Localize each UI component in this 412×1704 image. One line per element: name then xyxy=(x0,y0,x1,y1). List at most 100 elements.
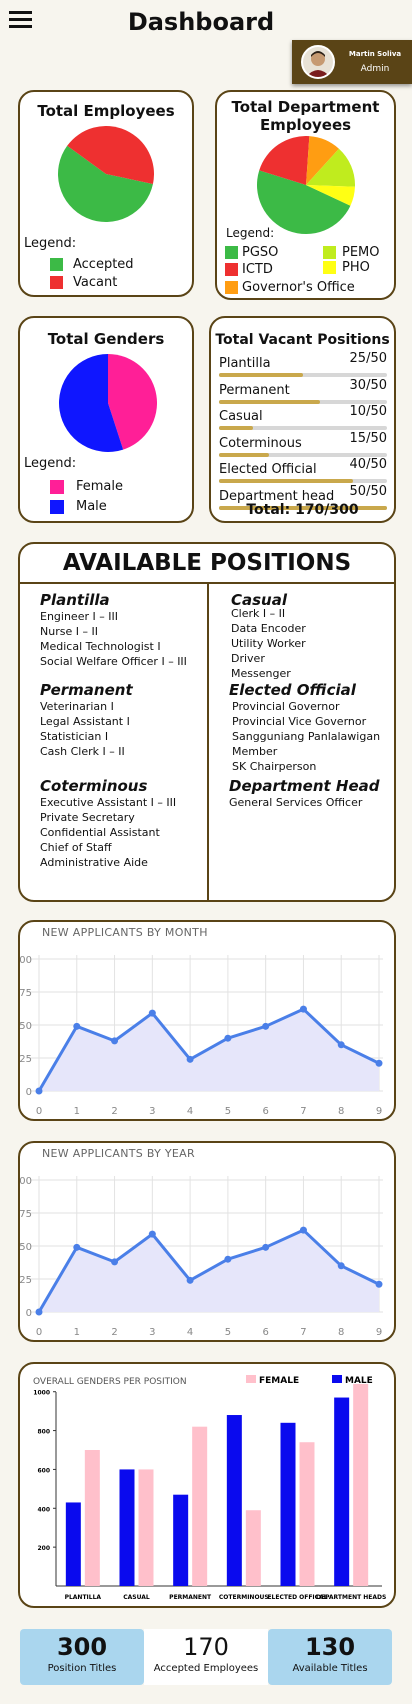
x-tick-label: 1 xyxy=(74,1106,80,1117)
y-tick-label: 25 xyxy=(20,1275,32,1286)
legend-swatch-pho xyxy=(323,261,336,274)
plantilla-list: Engineer I – III Nurse I – II Medical Tech… xyxy=(40,609,187,669)
data-point[interactable] xyxy=(375,1280,383,1288)
legend-swatch-male xyxy=(332,1375,342,1383)
legend-swatch-female xyxy=(246,1375,256,1383)
permanent-heading: Permanent xyxy=(40,681,133,699)
bar-female[interactable] xyxy=(299,1442,315,1586)
position-item: Clerk I – II xyxy=(231,607,286,620)
y-tick-label: 0 xyxy=(26,1087,32,1098)
x-tick-label: 3 xyxy=(149,1327,155,1338)
vacant-row-fill xyxy=(219,399,320,404)
y-tick-label: 400 xyxy=(37,1506,50,1513)
data-point[interactable] xyxy=(299,1005,307,1013)
bar-male[interactable] xyxy=(226,1415,242,1586)
y-tick-label: 200 xyxy=(37,1545,50,1552)
position-item: Private Secretary xyxy=(40,811,135,824)
bar-female[interactable] xyxy=(245,1510,261,1586)
data-point[interactable] xyxy=(35,1308,43,1316)
chart-title: OVERALL GENDERS PER POSITION xyxy=(33,1377,187,1387)
x-tick-label: 6 xyxy=(262,1106,268,1117)
legend-swatch-pemo xyxy=(323,246,336,259)
coterminous-list: Executive Assistant I – III Private Secre… xyxy=(40,795,176,870)
data-point[interactable] xyxy=(224,1255,232,1263)
department-title-line1: Total Department xyxy=(231,98,380,116)
x-tick-label: PERMANENT xyxy=(169,1594,212,1601)
x-tick-label: 5 xyxy=(225,1327,231,1338)
stat-value: 170 xyxy=(183,1633,229,1661)
vacant-row-label: Elected Official xyxy=(219,462,317,477)
stat-label: Accepted Employees xyxy=(153,1663,259,1674)
position-item: General Services Officer xyxy=(229,796,363,809)
applicants-year-card: NEW APPLICANTS BY YEAR 0 1 2 3 4 5 6 7 8 9 0 25 50 75… xyxy=(18,1141,396,1342)
vacant-positions-card: Total Vacant Positions Plantilla 25/50 Per… xyxy=(209,316,396,523)
vacant-row-label: Coterminous xyxy=(219,435,302,451)
data-point[interactable] xyxy=(262,1243,270,1251)
vacant-row-value: 10/50 xyxy=(349,404,387,419)
position-item: Cash Clerk I – II xyxy=(40,745,125,758)
plantilla-group: Plantilla Engineer I – III Nurse I – II Me… xyxy=(40,591,187,669)
bar-female[interactable] xyxy=(84,1450,100,1586)
page-title: Dashboard xyxy=(127,8,275,36)
stat-position-titles[interactable]: 300 Position Titles xyxy=(20,1629,144,1685)
data-point[interactable] xyxy=(35,1087,43,1095)
position-item: Driver xyxy=(231,652,265,665)
legend-vacant: Vacant xyxy=(50,275,117,290)
permanent-list: Veterinarian I Legal Assistant I Statistic… xyxy=(40,699,133,759)
vacant-row-fill xyxy=(219,479,354,483)
stat-available-titles[interactable]: 130 Available Titles xyxy=(268,1629,392,1685)
bar-male[interactable] xyxy=(65,1502,81,1586)
data-point[interactable] xyxy=(111,1258,119,1266)
legend-swatch-vacant xyxy=(50,276,63,289)
data-point[interactable] xyxy=(186,1055,194,1063)
data-point[interactable] xyxy=(73,1022,81,1030)
elected-heading: Elected Official xyxy=(229,681,356,699)
bar-male[interactable] xyxy=(280,1422,296,1586)
department-title-line2: Employees xyxy=(259,116,352,134)
x-tick-label: 8 xyxy=(338,1327,344,1338)
bar-female[interactable] xyxy=(138,1469,154,1586)
x-tick-label: 5 xyxy=(225,1106,231,1117)
data-point[interactable] xyxy=(186,1276,194,1284)
casual-list: Clerk I – II Data Encoder Utility Worker Dr… xyxy=(231,606,306,681)
data-point[interactable] xyxy=(337,1262,345,1270)
genders-pie xyxy=(59,354,157,452)
x-tick-label: DEPARTMENT HEADS xyxy=(316,1594,386,1601)
bar-male[interactable] xyxy=(119,1469,135,1586)
data-point[interactable] xyxy=(299,1226,307,1234)
bar-female[interactable] xyxy=(353,1383,369,1586)
position-item: Provincial Vice Governor xyxy=(232,715,367,728)
position-item: Engineer I – III xyxy=(40,610,118,623)
bar-female[interactable] xyxy=(192,1426,208,1586)
x-tick-label: 2 xyxy=(111,1327,117,1338)
stat-value: 130 xyxy=(304,1633,356,1661)
avatar xyxy=(301,45,335,79)
data-point[interactable] xyxy=(375,1059,383,1067)
user-badge[interactable]: Martin Soliva Admin xyxy=(292,40,412,84)
data-point[interactable] xyxy=(148,1009,156,1017)
department-card: Total Department Employees Legend: PGSO … xyxy=(215,90,396,300)
position-item: Sangguniang Panlalawigan xyxy=(232,730,381,743)
data-point[interactable] xyxy=(73,1243,81,1251)
position-item: Messenger xyxy=(231,667,291,680)
y-tick-label: 600 xyxy=(37,1467,50,1474)
position-item: Legal Assistant I xyxy=(40,715,130,728)
x-tick-label: PLANTILLA xyxy=(65,1594,102,1601)
y-tick-label: 75 xyxy=(20,1209,32,1220)
data-point[interactable] xyxy=(148,1230,156,1238)
bar-male[interactable] xyxy=(173,1494,189,1586)
bar-male[interactable] xyxy=(334,1397,350,1586)
y-tick-label: 00 xyxy=(20,955,32,966)
x-tick-label: 8 xyxy=(338,1106,344,1117)
data-point[interactable] xyxy=(224,1034,232,1042)
position-item: Data Encoder xyxy=(231,622,306,635)
legend-swatch-female xyxy=(50,479,64,494)
data-point[interactable] xyxy=(111,1037,119,1045)
legend-pemo: PEMO xyxy=(323,245,380,260)
applicants-year-chart: 0 1 2 3 4 5 6 7 8 9 0 25 50 75 00 xyxy=(20,1176,383,1338)
data-point[interactable] xyxy=(262,1022,270,1030)
total-employees-card: Total Employees Legend: Accepted Vacant xyxy=(18,90,194,297)
y-tick-label: 50 xyxy=(20,1021,32,1032)
stat-accepted-employees[interactable]: 170 Accepted Employees xyxy=(144,1629,268,1685)
data-point[interactable] xyxy=(337,1041,345,1049)
